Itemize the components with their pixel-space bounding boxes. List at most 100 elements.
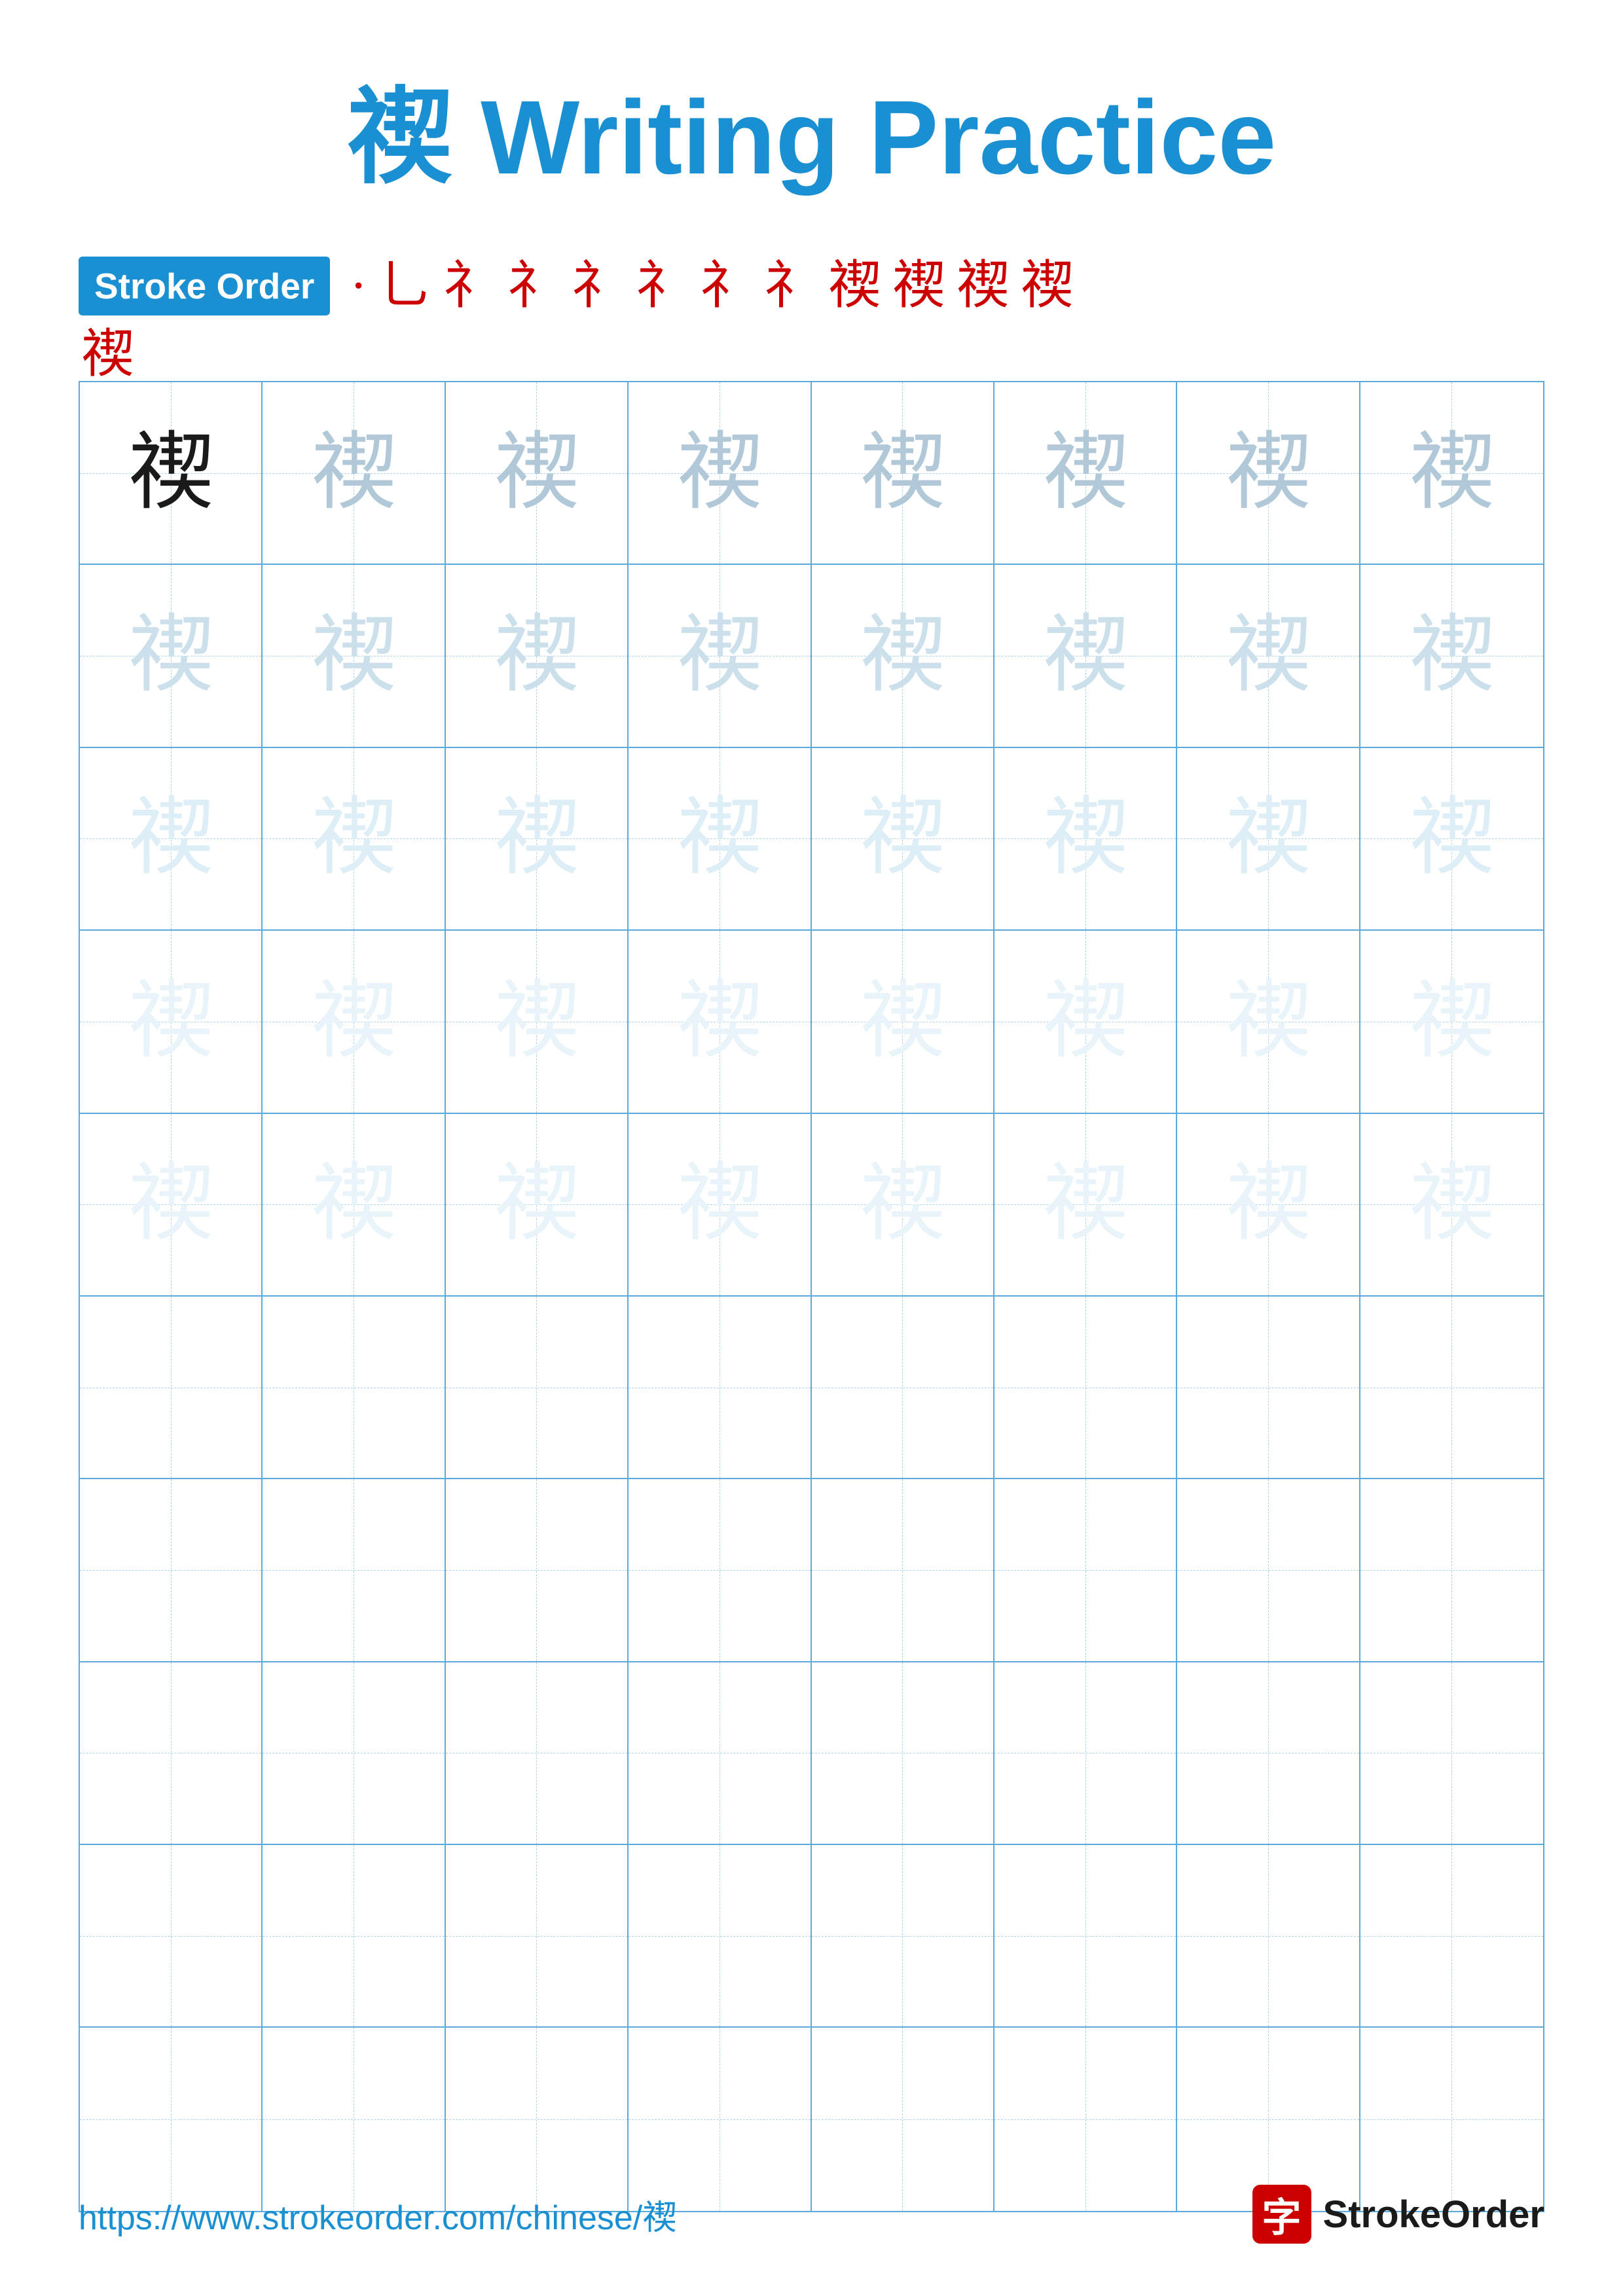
grid-cell[interactable] bbox=[80, 1662, 263, 1845]
grid-cell[interactable]: 禊 bbox=[812, 382, 994, 565]
grid-cell[interactable]: 禊 bbox=[629, 382, 811, 565]
grid-cell[interactable]: 禊 bbox=[1360, 748, 1543, 931]
grid-cell[interactable]: 禊 bbox=[629, 748, 811, 931]
grid-cell[interactable] bbox=[1360, 1845, 1543, 2028]
grid-cell[interactable]: 禊 bbox=[263, 931, 445, 1113]
cell-character: 禊 bbox=[1226, 979, 1311, 1064]
grid-cell[interactable] bbox=[1360, 2028, 1543, 2210]
grid-cell[interactable] bbox=[263, 1662, 445, 1845]
grid-cell[interactable] bbox=[446, 1297, 629, 1479]
grid-cell[interactable]: 禊 bbox=[263, 382, 445, 565]
page: 禊 Writing Practice Stroke Order · ⺃ 礻 礻 … bbox=[0, 0, 1623, 2296]
grid-cell[interactable]: 禊 bbox=[994, 382, 1177, 565]
grid-cell[interactable] bbox=[80, 2028, 263, 2210]
grid-cell[interactable]: 禊 bbox=[812, 565, 994, 747]
grid-cell[interactable] bbox=[994, 2028, 1177, 2210]
grid-cell[interactable] bbox=[1177, 1479, 1360, 1662]
grid-cell[interactable] bbox=[629, 1479, 811, 1662]
grid-cell[interactable]: 禊 bbox=[1177, 382, 1360, 565]
grid-cell[interactable] bbox=[446, 1845, 629, 2028]
cell-character: 禊 bbox=[1043, 613, 1128, 698]
grid-cell[interactable] bbox=[446, 1662, 629, 1845]
grid-cell[interactable] bbox=[629, 1845, 811, 2028]
grid-cell[interactable] bbox=[629, 1297, 811, 1479]
grid-cell[interactable] bbox=[263, 1297, 445, 1479]
grid-cell[interactable] bbox=[812, 1662, 994, 1845]
grid-cell[interactable] bbox=[994, 1297, 1177, 1479]
cell-character: 禊 bbox=[1409, 979, 1494, 1064]
grid-cell[interactable]: 禊 bbox=[1177, 565, 1360, 747]
title-text: Writing Practice bbox=[452, 79, 1277, 196]
grid-cell[interactable] bbox=[1177, 1662, 1360, 1845]
grid-cell[interactable]: 禊 bbox=[994, 1114, 1177, 1297]
grid-cell[interactable] bbox=[263, 1845, 445, 2028]
brand-name: StrokeOrder bbox=[1323, 2193, 1544, 2236]
grid-cell[interactable]: 禊 bbox=[994, 748, 1177, 931]
grid-cell[interactable] bbox=[80, 1297, 263, 1479]
grid-cell[interactable]: 禊 bbox=[80, 565, 263, 747]
grid-cell[interactable]: 禊 bbox=[812, 931, 994, 1113]
cell-character: 禊 bbox=[1409, 796, 1494, 881]
grid-cell[interactable]: 禊 bbox=[80, 1114, 263, 1297]
grid-cell[interactable] bbox=[263, 1479, 445, 1662]
grid-cell[interactable]: 禊 bbox=[629, 565, 811, 747]
grid-cell[interactable] bbox=[812, 1297, 994, 1479]
title-char: 禊 bbox=[347, 79, 452, 196]
grid-cell[interactable]: 禊 bbox=[446, 565, 629, 747]
grid-row bbox=[80, 2028, 1543, 2210]
grid-cell[interactable]: 禊 bbox=[629, 1114, 811, 1297]
grid-cell[interactable] bbox=[1177, 1845, 1360, 2028]
grid-cell[interactable]: 禊 bbox=[446, 382, 629, 565]
grid-cell[interactable]: 禊 bbox=[80, 748, 263, 931]
cell-character: 禊 bbox=[128, 979, 213, 1064]
grid-cell[interactable]: 禊 bbox=[263, 565, 445, 747]
grid-cell[interactable] bbox=[80, 1479, 263, 1662]
grid-cell[interactable] bbox=[994, 1845, 1177, 2028]
grid-cell[interactable] bbox=[1360, 1297, 1543, 1479]
grid-row bbox=[80, 1845, 1543, 2028]
grid-cell[interactable] bbox=[994, 1479, 1177, 1662]
grid-cell[interactable] bbox=[1177, 2028, 1360, 2210]
grid-cell[interactable]: 禊 bbox=[812, 1114, 994, 1297]
grid-cell[interactable]: 禊 bbox=[994, 931, 1177, 1113]
cell-character: 禊 bbox=[677, 796, 762, 881]
grid-cell[interactable]: 禊 bbox=[80, 931, 263, 1113]
grid-cell[interactable]: 禊 bbox=[1177, 1114, 1360, 1297]
cell-character: 禊 bbox=[311, 431, 396, 516]
grid-cell[interactable] bbox=[263, 2028, 445, 2210]
grid-cell[interactable]: 禊 bbox=[446, 1114, 629, 1297]
grid-cell[interactable]: 禊 bbox=[812, 748, 994, 931]
footer-url[interactable]: https://www.strokeorder.com/chinese/禊 bbox=[79, 2190, 676, 2239]
grid-cell[interactable]: 禊 bbox=[994, 565, 1177, 747]
grid-cell[interactable]: 禊 bbox=[446, 931, 629, 1113]
grid-cell[interactable] bbox=[1360, 1662, 1543, 1845]
grid-cell[interactable] bbox=[629, 2028, 811, 2210]
grid-cell[interactable] bbox=[446, 1479, 629, 1662]
grid-cell[interactable] bbox=[80, 1845, 263, 2028]
grid-cell[interactable] bbox=[446, 2028, 629, 2210]
grid-row: 禊禊禊禊禊禊禊禊 bbox=[80, 565, 1543, 747]
grid-cell[interactable] bbox=[629, 1662, 811, 1845]
stroke-12: 禊 bbox=[1021, 260, 1073, 312]
grid-cell[interactable]: 禊 bbox=[1360, 1114, 1543, 1297]
grid-cell[interactable]: 禊 bbox=[263, 1114, 445, 1297]
grid-cell[interactable]: 禊 bbox=[80, 382, 263, 565]
grid-cell[interactable] bbox=[1360, 1479, 1543, 1662]
grid-cell[interactable]: 禊 bbox=[263, 748, 445, 931]
grid-cell[interactable] bbox=[812, 1479, 994, 1662]
grid-cell[interactable]: 禊 bbox=[629, 931, 811, 1113]
cell-character: 禊 bbox=[311, 1162, 396, 1247]
grid-cell[interactable] bbox=[994, 1662, 1177, 1845]
grid-cell[interactable] bbox=[1177, 1297, 1360, 1479]
grid-cell[interactable]: 禊 bbox=[1360, 382, 1543, 565]
grid-row bbox=[80, 1662, 1543, 1845]
grid-cell[interactable]: 禊 bbox=[1360, 931, 1543, 1113]
grid-cell[interactable]: 禊 bbox=[1360, 565, 1543, 747]
grid-cell[interactable]: 禊 bbox=[1177, 931, 1360, 1113]
grid-cell[interactable]: 禊 bbox=[1177, 748, 1360, 931]
grid-cell[interactable]: 禊 bbox=[446, 748, 629, 931]
cell-character: 禊 bbox=[1226, 796, 1311, 881]
grid-cell[interactable] bbox=[812, 2028, 994, 2210]
cell-character: 禊 bbox=[860, 979, 945, 1064]
grid-cell[interactable] bbox=[812, 1845, 994, 2028]
